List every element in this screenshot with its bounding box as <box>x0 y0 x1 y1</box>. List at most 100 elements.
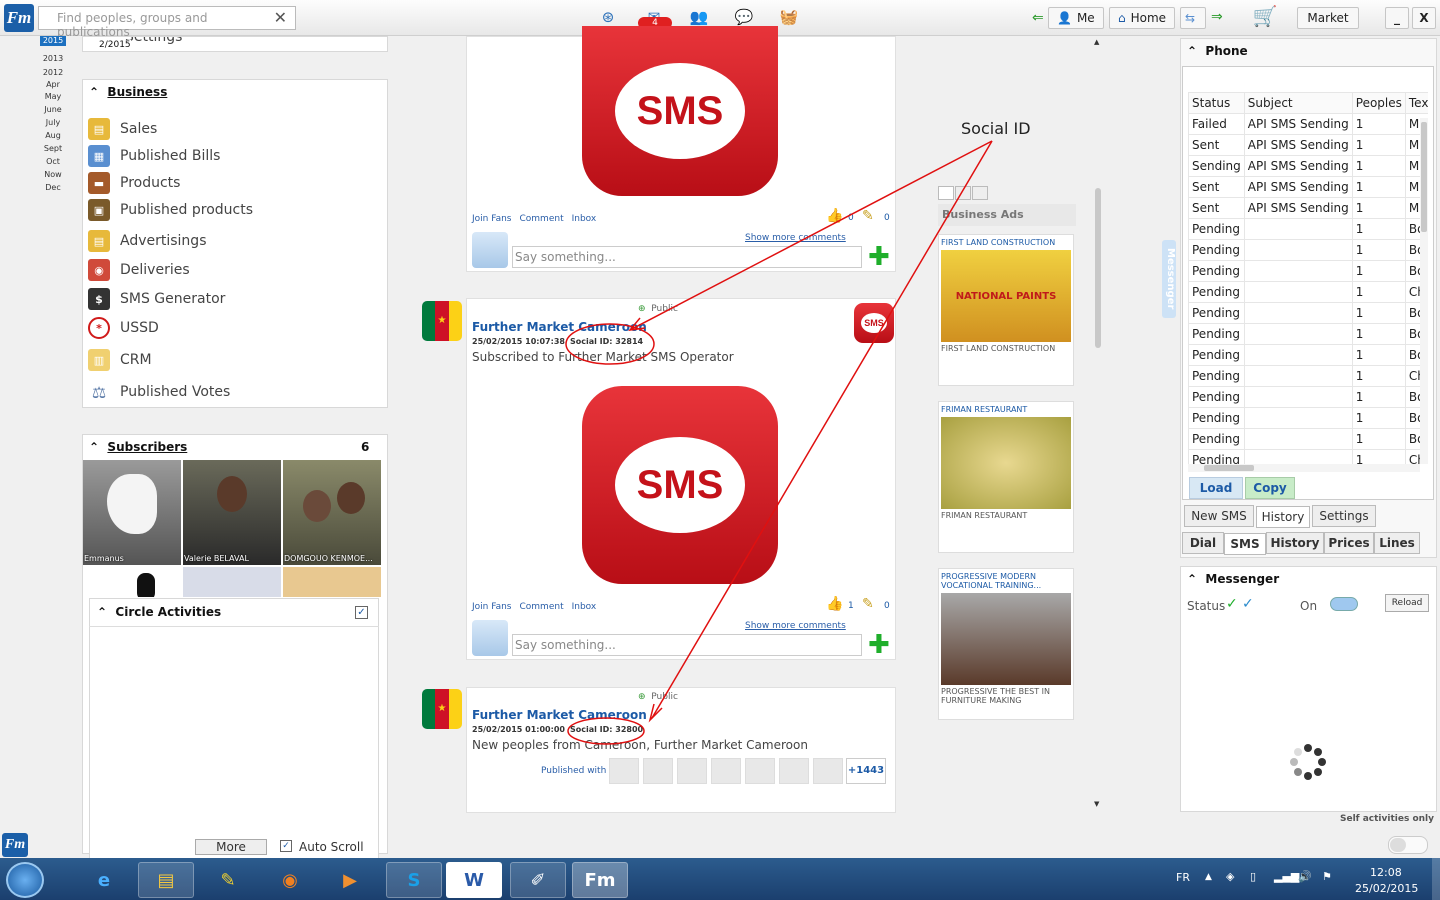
tab-sms[interactable]: SMS <box>1224 533 1266 555</box>
subscriber-avatar[interactable]: Emmanus <box>83 460 181 565</box>
table-row[interactable]: FailedAPI SMS Sending1MINI <box>1188 113 1428 135</box>
scroll-up-icon[interactable]: ▲ <box>1094 38 1099 46</box>
year-2012[interactable]: 2012 <box>40 68 66 77</box>
table-row[interactable]: Pending1Bonjo <box>1188 239 1428 261</box>
inbox-link[interactable]: Inbox <box>572 602 597 612</box>
phone-header[interactable]: ⌃ Phone <box>1187 44 1248 58</box>
ad-card[interactable]: PROGRESSIVE MODERN VOCATIONAL TRAINING..… <box>938 568 1074 720</box>
forward-arrow-icon[interactable]: ⇒ <box>1211 9 1223 25</box>
column-header[interactable]: Text <box>1404 92 1428 114</box>
tray-signal-icon[interactable]: ▂▄▆ <box>1274 870 1299 883</box>
mini-avatar[interactable] <box>745 758 775 784</box>
show-more-comments[interactable]: Show more comments <box>745 621 846 631</box>
tab-prices[interactable]: Prices <box>1324 532 1374 554</box>
business-header[interactable]: ⌃ Business <box>89 85 167 99</box>
cart-icon[interactable]: 🛒 <box>1250 4 1280 30</box>
firefox-taskbar-icon[interactable]: ◉ <box>262 862 318 898</box>
minimize-button[interactable]: _ <box>1385 7 1409 29</box>
column-header[interactable]: Subject <box>1243 92 1353 114</box>
table-row[interactable]: Pending1Bonjo <box>1188 260 1428 282</box>
join-fans-link[interactable]: Join Fans <box>472 602 512 612</box>
ads-tab[interactable] <box>955 186 971 200</box>
add-comment-icon[interactable]: ✚ <box>868 244 890 270</box>
subscriber-avatar[interactable] <box>183 567 281 597</box>
me-button[interactable]: 👤 Me <box>1048 7 1104 29</box>
mini-avatar[interactable] <box>677 758 707 784</box>
messenger-header[interactable]: ⌃ Messenger <box>1187 572 1279 586</box>
tool-taskbar-icon[interactable]: ✎ <box>200 862 256 898</box>
table-row[interactable]: Pending1Cher <box>1188 449 1428 464</box>
footer-logo[interactable]: Fm <box>2 833 28 857</box>
ad-card[interactable]: FRIMAN RESTAURANT FRIMAN RESTAURANT <box>938 401 1074 553</box>
table-row[interactable]: Pending1Bonjo <box>1188 386 1428 408</box>
table-row[interactable]: Pending1Bonjo <box>1188 344 1428 366</box>
month-oct[interactable]: Oct <box>40 157 66 166</box>
table-row[interactable]: SentAPI SMS Sending1MINI <box>1188 176 1428 198</box>
like-icon[interactable]: 👍 <box>826 208 843 224</box>
comment-input[interactable]: Say something... <box>512 634 862 656</box>
month-may[interactable]: May <box>40 92 66 101</box>
month-july[interactable]: July <box>40 118 66 127</box>
fm-taskbar-icon[interactable]: Fm <box>572 862 628 898</box>
inbox-link[interactable]: Inbox <box>572 214 597 224</box>
ie-taskbar-icon[interactable]: e <box>76 862 132 898</box>
table-row[interactable]: SentAPI SMS Sending1MINI <box>1188 134 1428 156</box>
close-button[interactable]: X <box>1412 7 1436 29</box>
column-header[interactable]: Status <box>1188 92 1245 114</box>
subscriber-avatar[interactable] <box>283 567 381 597</box>
month-dec[interactable]: Dec <box>40 183 66 192</box>
note-icon[interactable]: ✎ <box>862 208 874 224</box>
scroll-thumb[interactable] <box>1095 188 1101 348</box>
clock-time[interactable]: 12:08 <box>1370 866 1402 879</box>
menu-sms-generator[interactable]: $ SMS Generator <box>88 286 225 312</box>
table-row[interactable]: Pending1Bonjo <box>1188 302 1428 324</box>
explorer-taskbar-icon[interactable]: ▤ <box>138 862 194 898</box>
menu-crm[interactable]: ▥ CRM <box>88 347 152 373</box>
ad-card[interactable]: FIRST LAND CONSTRUCTION NATIONAL PAINTS … <box>938 234 1074 386</box>
subscriber-avatar[interactable]: DOMGOUO KENMOE... <box>283 460 381 565</box>
table-hscrollbar[interactable] <box>1188 464 1420 472</box>
year-2013[interactable]: 2013 <box>40 54 66 63</box>
feed-scrollbar[interactable]: ▲ ▼ <box>1094 38 1102 808</box>
show-more-comments[interactable]: Show more comments <box>745 233 846 243</box>
collapse-icon[interactable]: ⌃ <box>1187 572 1197 586</box>
table-row[interactable]: Pending1Bonjo <box>1188 428 1428 450</box>
circle-checkbox[interactable]: ✓ <box>355 606 368 619</box>
table-row[interactable]: SentAPI SMS Sending1MINI <box>1188 197 1428 219</box>
collapse-icon[interactable]: ⌃ <box>89 85 99 99</box>
cameroon-flag-avatar[interactable]: ★ <box>422 301 462 341</box>
circle-header[interactable]: ⌃ Circle Activities <box>97 605 221 619</box>
table-hscroll-thumb[interactable] <box>1204 465 1254 471</box>
switch-button[interactable]: ⇆ <box>1180 7 1206 29</box>
menu-advertisings[interactable]: ▤ Advertisings <box>88 228 207 254</box>
tray-volume-icon[interactable]: 🔊 <box>1298 870 1312 883</box>
table-row[interactable]: Pending1Bonjo <box>1188 323 1428 345</box>
media-taskbar-icon[interactable]: ▶ <box>322 862 378 898</box>
table-row[interactable]: Pending1Bonjo <box>1188 407 1428 429</box>
menu-ussd[interactable]: * USSD <box>88 315 159 341</box>
autoscroll-checkbox[interactable]: ✓ <box>280 840 292 852</box>
tray-network-icon[interactable]: ◈ <box>1226 870 1234 883</box>
menu-sales[interactable]: ▤ Sales <box>88 116 157 142</box>
sms-app-icon[interactable]: SMS <box>582 386 778 584</box>
messenger-toggle[interactable] <box>1330 597 1358 611</box>
menu-published-votes[interactable]: ⚖ Published Votes <box>88 379 230 405</box>
ads-tab[interactable] <box>972 186 988 200</box>
mini-avatar[interactable] <box>779 758 809 784</box>
tab-new-sms[interactable]: New SMS <box>1184 505 1254 527</box>
comment-link[interactable]: Comment <box>520 214 564 224</box>
search-input[interactable]: Find peoples, groups and publications ✕ <box>38 6 296 39</box>
home-button[interactable]: ⌂ Home <box>1109 7 1176 29</box>
comment-link[interactable]: Comment <box>520 602 564 612</box>
month-apr[interactable]: Apr <box>40 80 66 89</box>
ads-tab[interactable] <box>938 186 954 200</box>
collapse-icon[interactable]: ⌃ <box>89 440 99 454</box>
more-people-button[interactable]: +1443 <box>846 758 886 784</box>
table-row[interactable]: Pending1Cher <box>1188 281 1428 303</box>
app-logo[interactable]: Fm <box>4 4 34 32</box>
show-desktop-button[interactable] <box>1432 858 1440 900</box>
clock-date[interactable]: 25/02/2015 <box>1355 882 1418 895</box>
tab-settings[interactable]: Settings <box>1312 505 1376 527</box>
more-button[interactable]: More <box>195 839 267 855</box>
add-comment-icon[interactable]: ✚ <box>868 632 890 658</box>
